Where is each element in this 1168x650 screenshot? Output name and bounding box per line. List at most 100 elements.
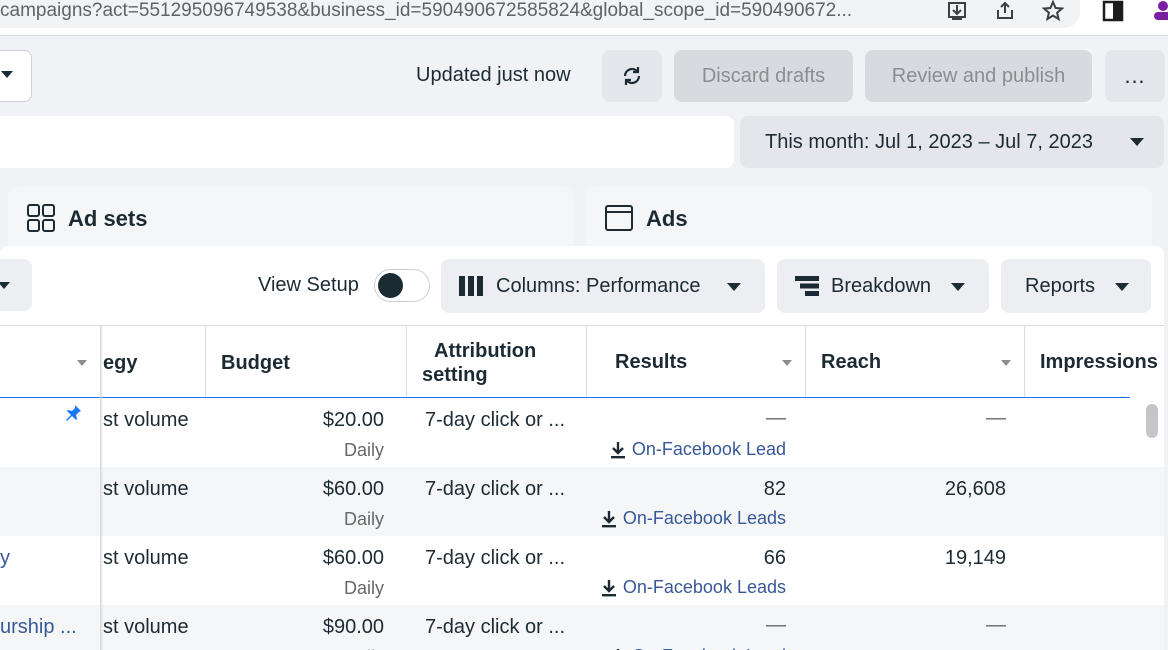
column-header-results[interactable]: Results [587,326,805,398]
budget-type: Daily [343,578,384,598]
table-scrollbar[interactable] [1146,404,1158,438]
update-status: Updated just now [416,64,571,86]
result-type-link[interactable]: On-Facebook Lead [610,439,786,460]
column-header-attribution-line2: setting [422,364,488,386]
share-icon[interactable] [994,0,1016,22]
tab-ads-label: Ads [646,206,688,231]
review-and-publish-button[interactable]: Review and publish [865,50,1092,102]
result-type-link[interactable]: On-Facebook Leads [601,508,786,529]
reach-cell: 26,608 [944,478,1006,500]
caret-down-icon [727,283,741,291]
column-header-impressions-label: Impressions [1040,351,1158,373]
reports-button[interactable]: Reports [1001,259,1151,313]
url-text[interactable]: campaigns?act=551295096749538&business_i… [0,0,925,22]
result-type-label: On-Facebook Leads [622,577,786,597]
bid-strategy-cell: st volume [103,409,189,431]
columns-label: Columns: Performance [496,274,701,297]
caret-down-icon [0,282,10,289]
result-type-label: On-Facebook Lead [631,439,786,459]
caret-down-icon [951,283,965,291]
attribution-cell: 7-day click or ... [425,478,566,500]
browser-address-bar: campaigns?act=551295096749538&business_i… [0,0,1168,36]
side-panel-icon[interactable] [1102,0,1124,22]
column-header-name[interactable] [0,326,100,398]
attribution-cell: 7-day click or ... [425,409,566,431]
budget-type: Daily [343,440,384,460]
ad-sets-grid-icon [27,204,55,232]
bid-strategy-cell: st volume [103,478,189,500]
more-options-button[interactable]: … [1105,50,1165,102]
install-app-icon[interactable] [946,0,968,22]
budget-cell[interactable]: $90.00 [323,616,384,639]
breakdown-icon [795,276,819,296]
reports-label: Reports [1025,274,1096,297]
discard-drafts-button[interactable]: Discard drafts [674,50,853,102]
frozen-column-shadow [100,326,103,650]
budget-cell[interactable]: $20.00 [323,409,384,432]
date-range-picker[interactable]: This month: Jul 1, 2023 – Jul 7, 2023 [740,116,1164,168]
reach-cell: — [986,614,1006,636]
download-icon [601,511,616,528]
table-row[interactable]: st volume $20.00 Daily 7-day click or ..… [0,398,1164,467]
result-type-link[interactable]: On-Facebook Lead [610,646,786,650]
refresh-icon [623,67,641,85]
download-icon [610,442,625,459]
budget-type: Daily [343,509,384,529]
caret-down-icon [1115,283,1129,291]
reach-cell: 19,149 [944,547,1006,569]
column-header-budget-label: Budget [221,352,290,374]
breakdown-label: Breakdown [831,274,932,297]
columns-button[interactable]: Columns: Performance [441,259,765,313]
date-range-label: This month: Jul 1, 2023 – Jul 7, 2023 [765,130,1093,153]
attribution-cell: 7-day click or ... [425,547,566,569]
caret-down-icon [1130,138,1144,146]
results-cell: 82 [763,478,786,500]
campaign-name-link[interactable]: urship ... [0,616,77,639]
budget-cell[interactable]: $60.00 [323,547,384,570]
pin-icon[interactable] [64,404,82,422]
toggle-knob [378,273,403,298]
result-type-link[interactable]: On-Facebook Leads [601,577,786,598]
column-header-bid-strategy-label: egy [103,352,138,374]
sort-caret-icon[interactable] [1001,360,1011,366]
column-header-results-label: Results [615,351,688,373]
table-actions-dropdown[interactable] [0,259,32,311]
sort-caret-icon[interactable] [782,360,792,366]
bid-strategy-cell: st volume [103,616,189,638]
download-icon [601,580,616,597]
columns-icon [459,276,483,296]
tab-ad-sets-label: Ad sets [68,206,148,231]
budget-cell[interactable]: $60.00 [323,478,384,501]
column-header-impressions[interactable]: Impressions [1025,326,1164,398]
result-type-label: On-Facebook Lead [632,646,786,650]
profile-avatar-icon[interactable] [1152,0,1168,22]
caret-down-icon [1,71,13,78]
sort-caret-icon[interactable] [77,360,87,366]
column-header-budget[interactable]: Budget [206,326,406,398]
view-setup-label: View Setup [258,274,359,296]
bid-strategy-cell: st volume [103,547,189,569]
results-cell: 66 [763,547,786,569]
search-filter-input[interactable] [0,116,734,168]
results-cell: — [766,407,786,429]
campaign-name-link[interactable]: y [0,547,10,570]
ads-window-icon [605,205,633,231]
column-header-bid-strategy[interactable]: egy [103,326,205,398]
url-field[interactable]: campaigns?act=551295096749538&business_i… [0,0,1080,28]
table-row[interactable]: st volume $60.00 Daily 7-day click or ..… [0,467,1164,536]
account-dropdown[interactable] [0,50,32,102]
view-setup-toggle[interactable] [374,269,430,302]
result-type-label: On-Facebook Leads [622,508,786,528]
column-header-reach[interactable]: Reach [806,326,1024,398]
table-row[interactable]: y st volume $60.00 Daily 7-day click or … [0,536,1164,605]
attribution-cell: 7-day click or ... [425,616,566,638]
bookmark-star-icon[interactable] [1042,0,1064,22]
refresh-button[interactable] [602,50,662,102]
breakdown-button[interactable]: Breakdown [777,259,989,313]
reach-cell: — [986,407,1006,429]
column-header-attribution[interactable]: Attribution setting [407,326,586,398]
column-header-reach-label: Reach [821,351,882,373]
table-row[interactable]: urship ... st volume $90.00 Daily 7-day … [0,605,1164,650]
results-cell: — [766,614,786,636]
column-header-attribution-line1: Attribution [434,340,537,362]
